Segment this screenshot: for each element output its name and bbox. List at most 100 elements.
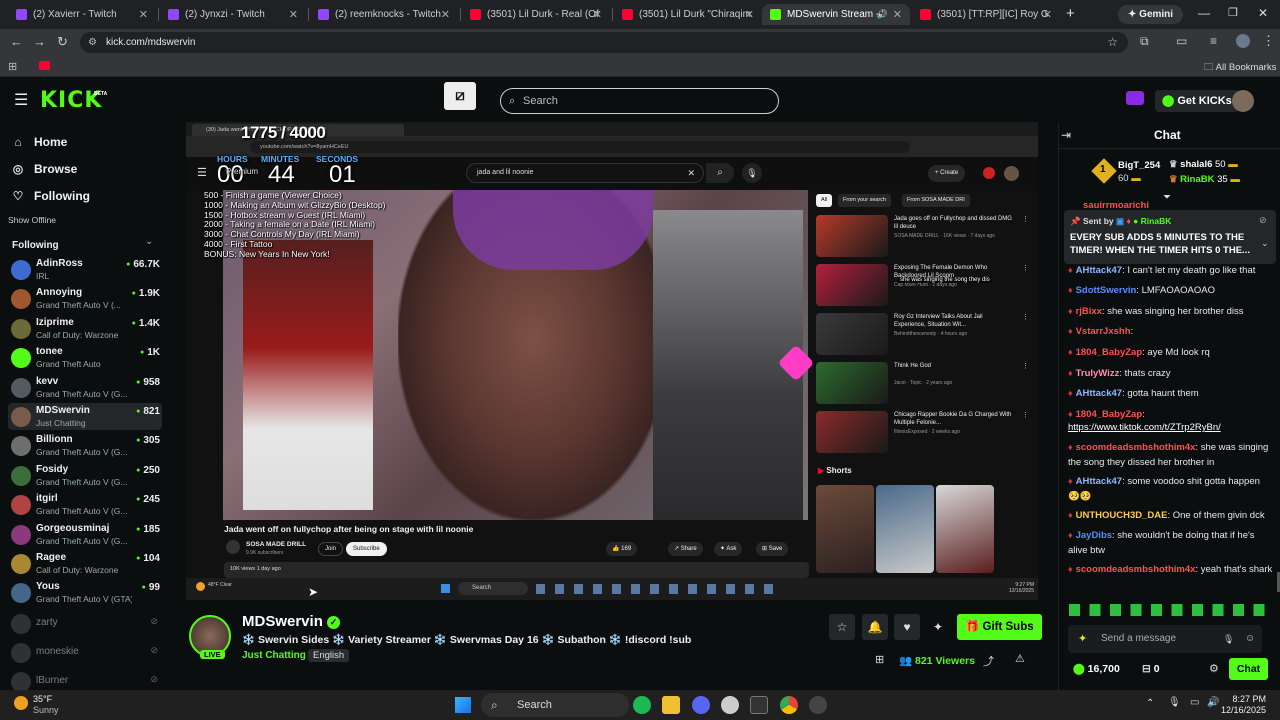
obs-icon[interactable]	[721, 696, 739, 714]
epic-games-icon[interactable]	[750, 696, 768, 714]
chat-username[interactable]: TrulyWizz	[1076, 368, 1120, 379]
collapse-chevron-icon[interactable]: ⌄	[145, 236, 153, 247]
chat-username[interactable]: JayDibs	[1076, 530, 1112, 541]
weather-icon[interactable]	[14, 696, 28, 710]
nav-home[interactable]: ⌂ Home	[12, 135, 67, 149]
reload-icon[interactable]: ↻	[57, 34, 68, 50]
extensions-icon[interactable]: ⧉	[1140, 34, 1149, 49]
chrome-icon[interactable]	[780, 696, 798, 714]
media-icon[interactable]: ≡	[1210, 34, 1217, 48]
chat-username[interactable]: AHttack47	[1076, 265, 1122, 276]
chat-username[interactable]: 1804_BabyZap	[1076, 409, 1143, 420]
tray-chevron-icon[interactable]: ⌃	[1146, 698, 1154, 709]
sidebar-channel-annoying[interactable]: AnnoyingGrand Theft Auto V (... 1.9K	[8, 285, 162, 312]
browser-tab-roy-glizz[interactable]: (3501) [TT:RP][IC] Roy Glizz ✕	[912, 4, 1060, 25]
app-icon[interactable]	[809, 696, 827, 714]
close-icon[interactable]: ✕	[893, 8, 902, 21]
tray-mic-icon[interactable]: 🎙	[1168, 697, 1181, 708]
site-info-icon[interactable]: ⚙	[88, 32, 97, 53]
streamer-name[interactable]: MDSwervin ✓	[242, 613, 341, 630]
follow-button[interactable]: ♥	[894, 614, 920, 640]
sidebar-channel-iziprime[interactable]: IziprimeCall of Duty: Warzone 1.4K	[8, 315, 162, 342]
window-close-icon[interactable]: ✕	[1258, 6, 1268, 20]
sidebar-offline-zarty[interactable]: zarty ⊘	[8, 610, 162, 637]
close-icon[interactable]: ✕	[289, 8, 298, 21]
chat-message[interactable]: ♦ AHttack47: I can't let my death go like…	[1068, 263, 1273, 278]
chat-username[interactable]: scoomdeadsmbshothim4x	[1076, 442, 1196, 453]
speaker-icon[interactable]: 🔊	[877, 9, 888, 20]
chat-message[interactable]: ♦ JayDibs: she wouldn't be doing that if …	[1068, 528, 1273, 558]
sidebar-channel-tonee[interactable]: toneeGrand Theft Auto 1K	[8, 344, 162, 371]
mic-icon[interactable]: 🎙	[1223, 625, 1234, 653]
chat-username[interactable]: VstarrJxshh	[1076, 326, 1131, 337]
language-tag[interactable]: English	[308, 649, 350, 662]
chat-username[interactable]: AHttack47	[1076, 476, 1122, 487]
emote-quick-bar[interactable]	[1069, 604, 1274, 616]
sub-balance[interactable]: ⊟ 0	[1142, 663, 1160, 675]
gift-subs-button[interactable]: 🎁 Gift Subs	[957, 614, 1042, 640]
chat-message[interactable]: ♦ scoomdeadsmbshothim4x: yeah that's shar…	[1068, 562, 1273, 577]
close-icon[interactable]: ✕	[1043, 8, 1052, 21]
chat-message[interactable]: ♦ AHttack47: gotta haunt them	[1068, 386, 1273, 401]
sidebar-channel-gorgeousminaj[interactable]: GorgeousminajGrand Theft Auto V (G... 185	[8, 521, 162, 548]
all-bookmarks-button[interactable]: 🗀 All Bookmarks	[1204, 60, 1276, 76]
restore-icon[interactable]: ❐	[1228, 6, 1238, 19]
browser-tab-durk-real[interactable]: (3501) Lil Durk - Real (Officia ✕	[462, 4, 610, 25]
sidebar-channel-kevv[interactable]: kevvGrand Theft Auto V (G... 958	[8, 374, 162, 401]
show-offline-toggle[interactable]: Show Offline	[8, 215, 56, 225]
chat-message[interactable]: ♦ scoomdeadsmbshothim4x: she was singing …	[1068, 440, 1273, 470]
chat-message[interactable]: ♦ rjBixx: she was singing her brother dis…	[1068, 304, 1273, 319]
emoji-icon[interactable]: ☺	[1245, 625, 1255, 653]
get-kicks-button[interactable]: ⬤ Get KICKs	[1155, 90, 1239, 112]
send-chat-button[interactable]: Chat	[1229, 658, 1268, 680]
hamburger-menu-icon[interactable]: ☰	[14, 90, 28, 110]
browser-tab-reemknocks[interactable]: (2) reemknocks - Twitch ✕	[310, 4, 458, 25]
sidebar-channel-itgirl[interactable]: itgirlGrand Theft Auto V (G... 245	[8, 491, 162, 518]
sidebar-channel-yous[interactable]: YousGrand Theft Auto V (GTA) 99	[8, 579, 162, 606]
kick-app-icon[interactable]: ⧄	[444, 82, 476, 110]
layout-grid-icon[interactable]: ⊞	[875, 653, 884, 666]
share-icon[interactable]: ⤴	[983, 653, 994, 669]
notifications-button[interactable]: 🔔	[862, 614, 888, 640]
apps-grid-icon[interactable]: ⊞	[8, 60, 17, 73]
user-avatar[interactable]	[1232, 90, 1254, 112]
chat-message[interactable]: ♦ SdottSwervin: LMFAOAOAOAO	[1068, 283, 1273, 298]
sidebar-channel-adinross[interactable]: AdinRoss IRL 66.7K	[8, 256, 162, 283]
browser-tab-durk-chiraq[interactable]: (3501) Lil Durk "Chiraqimony ✕	[614, 4, 762, 25]
sidebar-channel-mdswervin[interactable]: MDSwervin Just Chatting 821	[8, 403, 162, 430]
file-explorer-icon[interactable]	[662, 696, 680, 714]
url-field[interactable]: ⚙ kick.com/mdswervin ☆	[80, 32, 1128, 53]
chat-username[interactable]: rjBixx	[1076, 306, 1102, 317]
chat-username[interactable]: scoomdeadsmbshothim4x	[1076, 564, 1196, 575]
os-clock-time[interactable]: 8:27 PM	[1228, 694, 1266, 704]
pinned-message[interactable]: 📌 Sent by ▣ ♦ ● RinaBK ⊘ EVERY SUB ADDS …	[1064, 210, 1276, 264]
close-icon[interactable]: ✕	[441, 8, 450, 21]
collapse-chat-icon[interactable]: ⇥	[1061, 128, 1071, 142]
browser-tab-xavierr[interactable]: (2) Xavierr - Twitch ✕	[8, 4, 156, 25]
minimize-icon[interactable]: —	[1198, 6, 1210, 20]
nav-following[interactable]: ♡ Following	[12, 189, 90, 203]
chat-message[interactable]: ♦ AHttack47: some voodoo shit gotta happe…	[1068, 474, 1273, 504]
sidebar-channel-fosidy[interactable]: FosidyGrand Theft Auto V (G... 250	[8, 462, 162, 489]
os-search-box[interactable]: ⌕ Search	[481, 693, 629, 717]
menu-kebab-icon[interactable]: ⋮	[1262, 33, 1275, 49]
chat-username[interactable]: AHttack47	[1076, 388, 1122, 399]
browser-tab-jynxzi[interactable]: (2) Jynxzi - Twitch ✕	[160, 4, 306, 25]
sidebar-offline-lburner[interactable]: lBurner ⊘	[8, 668, 162, 690]
windows-start-icon[interactable]	[455, 697, 471, 713]
cast-icon[interactable]: ▭	[1176, 34, 1187, 48]
close-icon[interactable]: ✕	[745, 8, 754, 21]
video-player[interactable]: (30) Jada went off on FULLYCHOP x QSIMUL…	[186, 122, 1038, 600]
chat-link[interactable]: https://www.tiktok.com/t/ZTrp2RyBn/	[1068, 422, 1221, 433]
close-icon[interactable]: ✕	[593, 8, 602, 21]
expand-leaderboard-icon[interactable]: ⏷	[1163, 192, 1171, 203]
chat-username[interactable]: UNTHOUCH3D_DAE	[1076, 510, 1168, 521]
chat-settings-icon[interactable]: ⚙	[1209, 662, 1219, 675]
chat-username[interactable]: 1804_BabyZap	[1076, 347, 1143, 358]
back-icon[interactable]: ←	[10, 34, 23, 49]
discord-icon[interactable]	[692, 696, 710, 714]
favorite-star-button[interactable]: ☆	[829, 614, 855, 640]
chat-message[interactable]: ♦ TrulyWizz: thats crazy	[1068, 366, 1273, 381]
chat-message[interactable]: ♦ UNTHOUCH3D_DAE: One of them givin dck	[1068, 508, 1273, 523]
sidebar-channel-ragee[interactable]: Ragee Call of Duty: Warzone 104	[8, 550, 162, 577]
